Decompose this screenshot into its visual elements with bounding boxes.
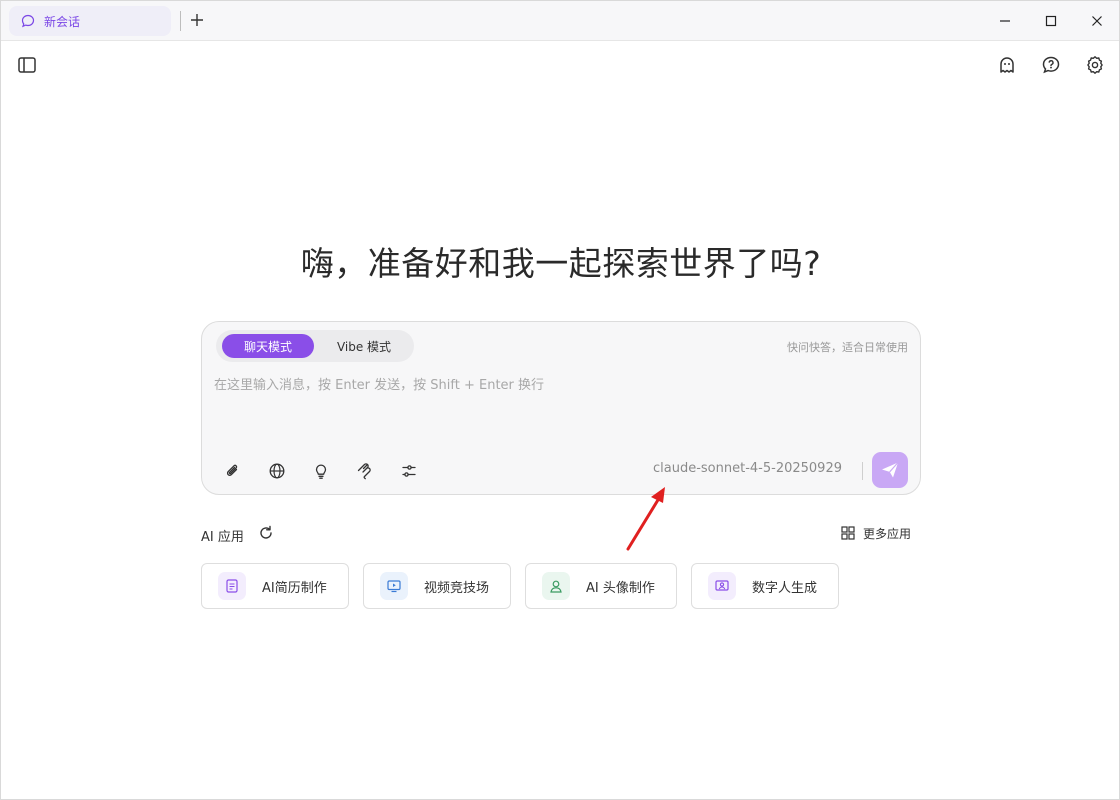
- plus-icon: [191, 14, 203, 26]
- idea-button[interactable]: [310, 460, 332, 482]
- send-icon: [882, 462, 899, 478]
- ghost-button[interactable]: [996, 54, 1018, 76]
- close-button[interactable]: [1087, 11, 1107, 31]
- app-window: 新会话 嗨，准备好和我一起探索世界了吗? 聊天模式 Vibe 模式 快问快答，适…: [0, 0, 1120, 800]
- ghost-icon: [1000, 57, 1014, 73]
- mode-switch: 聊天模式 Vibe 模式: [216, 330, 414, 362]
- message-input[interactable]: [214, 374, 904, 444]
- add-tab-button[interactable]: [187, 10, 207, 30]
- attach-button[interactable]: [222, 460, 244, 482]
- avatar-icon: [542, 572, 570, 600]
- app-card-resume[interactable]: AI简历制作: [201, 563, 349, 609]
- sidebar-icon: [18, 57, 36, 73]
- globe-icon: [269, 463, 285, 479]
- model-divider: [862, 462, 863, 480]
- mcp-icon: [357, 463, 371, 480]
- digital-human-icon: [708, 572, 736, 600]
- settings-button[interactable]: [1084, 54, 1106, 76]
- refresh-icon: [260, 525, 272, 539]
- app-label: AI简历制作: [262, 580, 327, 596]
- maximize-button[interactable]: [1041, 11, 1061, 31]
- app-card-avatar[interactable]: AI 头像制作: [525, 563, 677, 609]
- grid-icon: [841, 525, 857, 542]
- chat-mode-button[interactable]: 聊天模式: [222, 334, 314, 358]
- resume-icon: [218, 572, 246, 600]
- sliders-icon: [402, 465, 416, 477]
- video-icon: [380, 572, 408, 600]
- sidebar-toggle-button[interactable]: [16, 54, 38, 76]
- refresh-button[interactable]: [258, 525, 276, 543]
- more-apps-label: 更多应用: [863, 527, 912, 541]
- app-label: 视频竞技场: [424, 580, 490, 596]
- settings-sliders-button[interactable]: [398, 460, 420, 482]
- page-title: 嗨，准备好和我一起探索世界了吗?: [300, 244, 822, 283]
- chat-bubble-icon: [21, 14, 35, 28]
- tab-new-chat[interactable]: 新会话: [9, 6, 171, 36]
- apps-section-title: AI 应用: [201, 530, 244, 545]
- lightbulb-icon: [315, 464, 327, 479]
- paperclip-icon: [226, 464, 238, 476]
- tab-label: 新会话: [44, 14, 81, 29]
- app-label: 数字人生成: [752, 580, 818, 596]
- minimize-icon: [1000, 20, 1010, 22]
- app-card-digital-human[interactable]: 数字人生成: [691, 563, 839, 609]
- minimize-button[interactable]: [995, 11, 1015, 31]
- gear-icon: [1087, 56, 1103, 74]
- annotation-arrow: [626, 487, 665, 551]
- chat-composer: 聊天模式 Vibe 模式 快问快答，适合日常使用 claude-sonnet-4…: [201, 321, 921, 495]
- app-label: AI 头像制作: [586, 580, 655, 596]
- close-icon: [1092, 16, 1102, 26]
- model-selector[interactable]: claude-sonnet-4-5-20250929: [642, 461, 842, 476]
- maximize-icon: [1045, 15, 1057, 27]
- mcp-button[interactable]: [354, 460, 376, 482]
- help-button[interactable]: [1040, 54, 1062, 76]
- tab-divider: [180, 11, 181, 31]
- vibe-mode-button[interactable]: Vibe 模式: [320, 334, 408, 358]
- title-bar: 新会话: [1, 1, 1119, 41]
- help-icon: [1042, 56, 1060, 74]
- web-search-button[interactable]: [266, 460, 288, 482]
- app-card-video[interactable]: 视频竞技场: [363, 563, 511, 609]
- more-apps-button[interactable]: 更多应用: [841, 525, 911, 542]
- send-button[interactable]: [872, 452, 908, 488]
- mode-hint: 快问快答，适合日常使用: [787, 341, 908, 354]
